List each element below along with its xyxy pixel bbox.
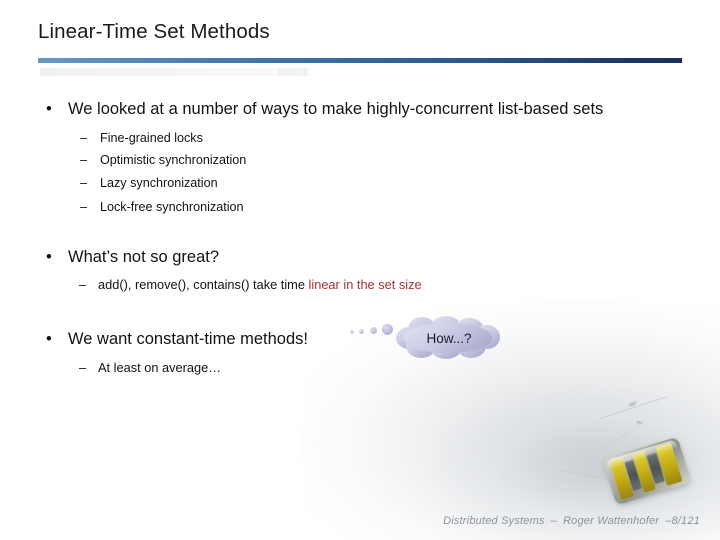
title-divider-ghost — [278, 68, 308, 76]
sub-bullet-marker: – — [79, 277, 87, 292]
bullet-marker: • — [46, 330, 52, 348]
title-divider-ghost — [40, 68, 298, 76]
photo-object-capacitor — [602, 436, 692, 506]
bullet-marker: • — [46, 248, 52, 266]
footer: Distributed Systems – Roger Wattenhofer –8/… — [0, 515, 706, 527]
title-divider-bar — [38, 58, 682, 63]
sub-bullet-item-complexity: – add(), remove(), contains() take time … — [79, 277, 422, 292]
thought-dot-icon — [382, 324, 393, 335]
sub-bullet-item: – Lock-free synchronization — [80, 200, 244, 214]
background-streak — [611, 420, 646, 444]
bullet-item-1: • We looked at a number of ways to make … — [46, 100, 604, 119]
footer-separator: – — [550, 515, 557, 527]
sub-bullet-text: At least on average… — [98, 360, 222, 375]
sub-bullet-item: – Fine-grained locks — [80, 131, 203, 145]
thought-bubble-label: How...? — [426, 330, 472, 346]
thought-dot-icon — [370, 327, 377, 334]
sub-bullet-item: – At least on average… — [79, 360, 222, 375]
sub-bullet-marker: – — [80, 176, 88, 190]
sub-bullet-text: add(), remove(), contains() take time — [98, 277, 309, 292]
thought-dot-icon — [350, 330, 354, 334]
sub-bullet-item: – Optimistic synchronization — [80, 153, 247, 167]
footer-page-number: –8/121 — [665, 515, 700, 527]
sub-bullet-marker: – — [80, 200, 88, 214]
background-fleck — [635, 420, 643, 425]
background-streak — [599, 396, 667, 419]
sub-bullet-marker: – — [80, 131, 88, 145]
page-title: Linear-Time Set Methods — [38, 20, 270, 43]
footer-author: Roger Wattenhofer — [563, 515, 660, 527]
sub-bullet-text-highlight: linear in the set size — [308, 277, 422, 292]
background-fleck — [627, 400, 638, 408]
slide: Linear-Time Set Methods • We looked at a… — [0, 0, 720, 540]
sub-bullet-text: Lock-free synchronization — [100, 200, 244, 214]
bullet-text: What’s not so great? — [68, 248, 220, 266]
bullet-item-2: • What’s not so great? — [46, 248, 220, 267]
sub-bullet-marker: – — [80, 153, 88, 167]
bullet-marker: • — [46, 100, 52, 118]
sub-bullet-item: – Lazy synchronization — [80, 176, 218, 190]
thought-dot-icon — [359, 329, 364, 334]
thought-cloud-shape: How...? — [394, 316, 502, 360]
sub-bullet-text: Optimistic synchronization — [100, 153, 247, 167]
sub-bullet-text: Fine-grained locks — [100, 131, 203, 145]
footer-course: Distributed Systems — [443, 515, 545, 527]
thought-bubble: How...? — [350, 316, 502, 360]
bullet-text: We looked at a number of ways to make hi… — [68, 100, 604, 118]
sub-bullet-marker: – — [79, 360, 87, 375]
bullet-text: We want constant-time methods! — [68, 330, 308, 348]
sub-bullet-text: Lazy synchronization — [100, 176, 218, 190]
bullet-item-3: • We want constant-time methods! — [46, 330, 308, 349]
